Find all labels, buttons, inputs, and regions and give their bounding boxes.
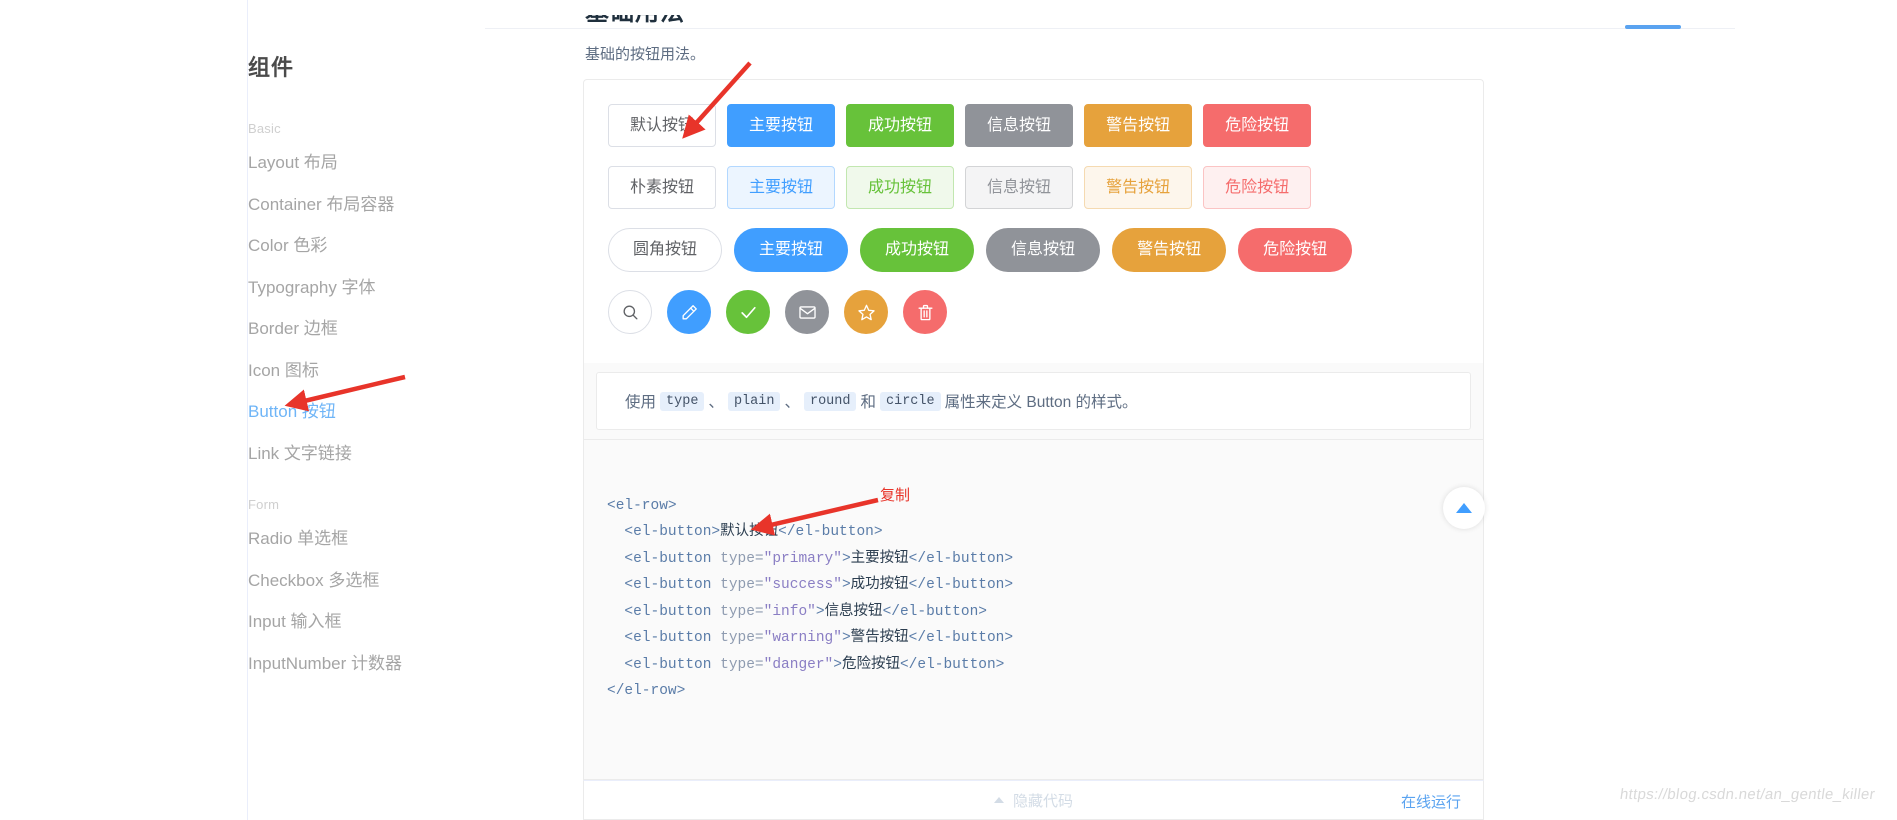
code-chip-plain: plain: [727, 391, 781, 411]
button-info[interactable]: 信息按钮: [965, 104, 1074, 147]
button-round-default[interactable]: 圆角按钮: [608, 228, 723, 272]
code-area: <el-row> <el-button>默认按钮</el-button> <el…: [583, 440, 1484, 780]
online-run-link[interactable]: 在线运行: [1401, 791, 1461, 812]
top-divider: [485, 28, 1735, 29]
nav-group-label-basic: Basic: [248, 104, 578, 140]
arrow-up-icon: [1456, 503, 1472, 513]
button-plain-default[interactable]: 朴素按钮: [608, 166, 717, 209]
tab-active-indicator[interactable]: [1625, 25, 1681, 29]
sidebar-item-label: Button 按钮: [248, 402, 336, 422]
edit-icon: [680, 303, 699, 322]
sidebar-nav: Basic Layout 布局 Container 布局容器 Color 色彩 …: [248, 104, 578, 682]
sidebar-item-label: InputNumber 计数器: [248, 653, 402, 673]
code-snippet[interactable]: <el-row> <el-button>默认按钮</el-button> <el…: [607, 466, 1013, 731]
sidebar-title: 组件: [248, 55, 295, 80]
button-circle-message[interactable]: [785, 290, 829, 334]
page-title: 基础用法: [585, 0, 685, 26]
search-icon: [621, 303, 640, 322]
sidebar-item-checkbox[interactable]: Checkbox 多选框: [248, 558, 578, 600]
sidebar-item-inputnumber[interactable]: InputNumber 计数器: [248, 641, 578, 683]
chevron-up-icon: [993, 797, 1004, 803]
button-plain-primary[interactable]: 主要按钮: [727, 166, 836, 209]
button-row-plain: 朴素按钮 主要按钮 成功按钮 信息按钮 警告按钮 危险按钮: [608, 166, 1312, 209]
sidebar-item-label: Layout 布局: [248, 153, 338, 173]
sidebar-item-layout[interactable]: Layout 布局: [248, 140, 578, 182]
left-rail: [0, 0, 248, 820]
usage-conj: 和: [860, 394, 876, 411]
usage-sep-1: 、: [708, 394, 724, 411]
sidebar-item-button[interactable]: Button 按钮: [248, 389, 578, 431]
button-warning[interactable]: 警告按钮: [1084, 104, 1193, 147]
sidebar-item-typography[interactable]: Typography 字体: [248, 265, 578, 307]
sidebar-item-label: Radio 单选框: [248, 529, 349, 549]
button-circle-delete[interactable]: [903, 290, 947, 334]
usage-strip: 使用 type、 plain、 round 和 circle 属性来定义 Butto…: [583, 363, 1484, 440]
sidebar-item-color[interactable]: Color 色彩: [248, 223, 578, 265]
code-chip-circle: circle: [880, 391, 941, 411]
copy-annotation-label: 复制: [880, 487, 911, 504]
sidebar-item-link[interactable]: Link 文字链接: [248, 431, 578, 473]
button-round-warning[interactable]: 警告按钮: [1112, 228, 1227, 272]
code-chip-type: type: [660, 391, 705, 411]
nav-group-form-text: Form: [248, 497, 280, 512]
sidebar-item-label: Typography 字体: [248, 277, 376, 297]
button-row-basic: 默认按钮 主要按钮 成功按钮 信息按钮 警告按钮 危险按钮: [608, 104, 1312, 147]
sidebar-item-label: Checkbox 多选框: [248, 570, 380, 590]
code-footer: 隐藏代码 在线运行: [583, 780, 1484, 820]
code-chip-round: round: [803, 391, 857, 411]
sidebar-item-radio[interactable]: Radio 单选框: [248, 516, 578, 558]
button-plain-danger[interactable]: 危险按钮: [1203, 166, 1312, 209]
hide-code-label: 隐藏代码: [1012, 792, 1073, 810]
main-content: 基础用法 基础的按钮用法。 默认按钮 主要按钮 成功按钮 信息按钮 警告按钮 危…: [485, 0, 1897, 820]
usage-sep-2: 、: [784, 394, 800, 411]
button-danger[interactable]: 危险按钮: [1203, 104, 1312, 147]
sidebar-item-input[interactable]: Input 输入框: [248, 599, 578, 641]
sidebar-item-label: Border 边框: [248, 319, 338, 339]
button-plain-info[interactable]: 信息按钮: [965, 166, 1074, 209]
sidebar-item-label: Color 色彩: [248, 236, 328, 256]
page-description: 基础的按钮用法。: [585, 46, 706, 63]
usage-note: 使用 type、 plain、 round 和 circle 属性来定义 Butto…: [596, 372, 1471, 430]
button-circle-edit[interactable]: [667, 290, 711, 334]
usage-prefix: 使用: [625, 394, 657, 411]
check-icon: [739, 303, 758, 322]
message-icon: [798, 303, 817, 322]
sidebar-item-icon[interactable]: Icon 图标: [248, 348, 578, 390]
watermark: https://blog.csdn.net/an_gentle_killer: [1618, 786, 1877, 803]
sidebar-item-label: Link 文字链接: [248, 443, 352, 463]
page-root: 组件 Basic Layout 布局 Container 布局容器 Color …: [0, 0, 1897, 820]
button-round-success[interactable]: 成功按钮: [860, 228, 975, 272]
demo-card: 默认按钮 主要按钮 成功按钮 信息按钮 警告按钮 危险按钮 朴素按钮 主要按钮 …: [583, 79, 1484, 363]
sidebar-item-border[interactable]: Border 边框: [248, 306, 578, 348]
button-plain-warning[interactable]: 警告按钮: [1084, 166, 1193, 209]
sidebar-item-container[interactable]: Container 布局容器: [248, 182, 578, 224]
button-primary[interactable]: 主要按钮: [727, 104, 836, 147]
back-to-top-button[interactable]: [1443, 487, 1485, 529]
button-plain-success[interactable]: 成功按钮: [846, 166, 955, 209]
button-default[interactable]: 默认按钮: [608, 104, 717, 147]
delete-icon: [916, 303, 935, 322]
button-round-primary[interactable]: 主要按钮: [734, 228, 849, 272]
button-round-danger[interactable]: 危险按钮: [1238, 228, 1353, 272]
nav-group-basic-text: Basic: [248, 121, 281, 136]
button-circle-search[interactable]: [608, 290, 652, 334]
button-success[interactable]: 成功按钮: [846, 104, 955, 147]
sidebar: 组件 Basic Layout 布局 Container 布局容器 Color …: [248, 0, 585, 820]
nav-group-label-form: Form: [248, 472, 578, 516]
star-icon: [857, 303, 876, 322]
sidebar-item-label: Icon 图标: [248, 360, 319, 380]
usage-suffix: 属性来定义 Button 的样式。: [944, 394, 1138, 411]
sidebar-item-label: Input 输入框: [248, 612, 342, 632]
sidebar-item-label: Container 布局容器: [248, 194, 395, 214]
button-row-circle: [608, 290, 947, 334]
button-round-info[interactable]: 信息按钮: [986, 228, 1101, 272]
hide-code-button[interactable]: 隐藏代码: [993, 790, 1073, 811]
button-circle-check[interactable]: [726, 290, 770, 334]
button-circle-star[interactable]: [844, 290, 888, 334]
button-row-round: 圆角按钮 主要按钮 成功按钮 信息按钮 警告按钮 危险按钮: [608, 228, 1353, 272]
